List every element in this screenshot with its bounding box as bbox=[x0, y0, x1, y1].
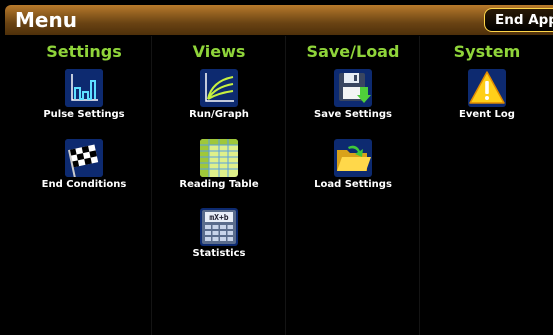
checkered-flag-icon bbox=[65, 139, 103, 177]
save-settings-label: Save Settings bbox=[314, 109, 392, 120]
load-settings-button[interactable]: Load Settings bbox=[286, 139, 420, 199]
end-conditions-label: End Conditions bbox=[41, 179, 127, 190]
save-load-column: Save/Load Save Settings Load Settings bbox=[285, 36, 420, 335]
statistics-label: Statistics bbox=[192, 248, 246, 259]
pulse-settings-button[interactable]: Pulse Settings bbox=[17, 69, 151, 129]
settings-column: Settings Pulse Settings End Conditions bbox=[17, 36, 151, 335]
menu-title: Menu bbox=[15, 8, 77, 32]
title-bar: Menu End App bbox=[5, 5, 553, 35]
svg-text:mX+b: mX+b bbox=[209, 213, 228, 222]
warning-triangle-icon bbox=[468, 69, 506, 107]
folder-load-icon bbox=[334, 139, 372, 177]
end-app-button[interactable]: End App bbox=[484, 8, 553, 32]
end-conditions-button[interactable]: End Conditions bbox=[17, 139, 151, 199]
event-log-label: Event Log bbox=[459, 109, 515, 120]
table-grid-icon bbox=[200, 139, 238, 177]
calculator-icon: mX+b bbox=[200, 208, 238, 246]
settings-heading: Settings bbox=[46, 42, 122, 61]
save-settings-button[interactable]: Save Settings bbox=[286, 69, 420, 129]
save-load-heading: Save/Load bbox=[306, 42, 400, 61]
reading-table-label: Reading Table bbox=[179, 179, 259, 190]
event-log-button[interactable]: Event Log bbox=[420, 69, 553, 129]
floppy-save-icon bbox=[334, 69, 372, 107]
system-heading: System bbox=[453, 42, 521, 61]
menu-panel: Settings Pulse Settings End Conditions V… bbox=[5, 36, 553, 335]
pulse-chart-icon bbox=[65, 69, 103, 107]
load-settings-label: Load Settings bbox=[314, 179, 392, 190]
run-graph-button[interactable]: Run/Graph bbox=[152, 69, 286, 129]
graph-curves-icon bbox=[200, 69, 238, 107]
pulse-settings-label: Pulse Settings bbox=[43, 109, 125, 120]
system-column: System Event Log bbox=[419, 36, 553, 335]
views-heading: Views bbox=[192, 42, 246, 61]
run-graph-label: Run/Graph bbox=[189, 109, 249, 120]
views-column: Views Run/Graph Reading Table mX+b Stati… bbox=[151, 36, 286, 335]
statistics-button[interactable]: mX+b Statistics bbox=[152, 208, 286, 268]
reading-table-button[interactable]: Reading Table bbox=[152, 139, 286, 199]
